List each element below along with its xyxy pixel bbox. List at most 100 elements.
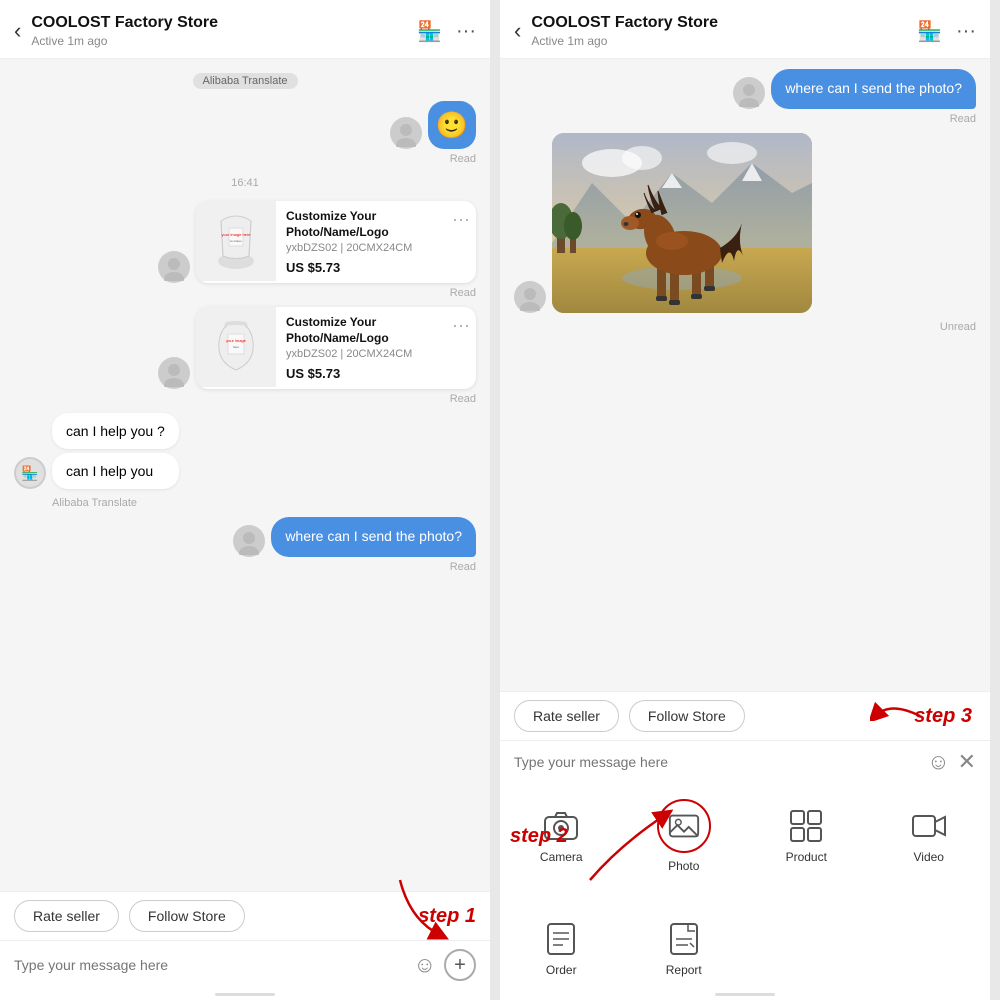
right-input-bar: ☺ ✕	[500, 740, 990, 783]
right-bottom-actions: Rate seller Follow Store step 3	[500, 691, 990, 740]
user-avatar-2	[158, 251, 190, 283]
photo-icon	[667, 809, 701, 843]
product-sku-1: yxbDZS02 | 20CMX24CM	[286, 242, 436, 254]
read-status-1: Read	[450, 153, 476, 165]
product-info-2: Customize Your Photo/Name/Logo yxbDZS02 …	[276, 307, 446, 389]
product-price-2: US $5.73	[286, 366, 436, 381]
right-user-avatar	[733, 77, 765, 109]
right-user-bubble: where can I send the photo?	[771, 69, 976, 109]
right-panel: ‹ COOLOST Factory Store Active 1m ago 🏪 …	[490, 0, 990, 1000]
right-close-icon[interactable]: ✕	[958, 749, 976, 775]
product-title-2: Customize Your Photo/Name/Logo	[286, 315, 436, 346]
product-msg-row-1: your image here le mieux Customize Your …	[14, 201, 476, 283]
header-icons: 🏪 ···	[417, 19, 476, 44]
video-media-item[interactable]: Video	[868, 783, 991, 885]
seller-msg-1: can I help you ?	[52, 413, 179, 449]
unread-status: Unread	[940, 321, 976, 333]
svg-text:here: here	[233, 345, 239, 349]
svg-text:le mieux: le mieux	[230, 239, 242, 243]
svg-text:your image here: your image here	[222, 232, 252, 237]
order-icon	[543, 921, 579, 957]
back-button[interactable]: ‹	[14, 18, 21, 44]
report-media-item[interactable]: Report	[623, 905, 746, 989]
product-msg-row-2: your image here Customize Your Photo/Nam…	[14, 307, 476, 389]
left-emoji-icon[interactable]: ☺	[414, 952, 436, 978]
translate-label: Alibaba Translate	[193, 73, 298, 89]
right-header-icons: 🏪 ···	[917, 19, 976, 44]
product-more-2[interactable]: ···	[446, 307, 476, 344]
right-back-button[interactable]: ‹	[514, 18, 521, 44]
right-scroll-bar	[715, 993, 775, 996]
empty-media-1	[745, 905, 868, 989]
user-blue-msg-row: where can I send the photo?	[14, 517, 476, 557]
svg-text:🏪: 🏪	[21, 465, 38, 482]
read-status-3: Read	[450, 393, 476, 405]
alibaba-translate-2: Alibaba Translate	[52, 497, 137, 509]
video-label: Video	[914, 850, 944, 864]
right-header-info: COOLOST Factory Store Active 1m ago	[531, 14, 917, 48]
right-user-msg-row: where can I send the photo?	[514, 69, 976, 109]
order-media-item[interactable]: Order	[500, 905, 623, 989]
step3-arrow	[870, 681, 930, 721]
report-icon	[666, 921, 702, 957]
emoji-bubble: 🙂	[428, 101, 476, 149]
product-sku-2: yxbDZS02 | 20CMX24CM	[286, 348, 436, 360]
camera-label: Camera	[540, 850, 583, 864]
product-info-1: Customize Your Photo/Name/Logo yxbDZS02 …	[276, 201, 446, 283]
report-label: Report	[666, 963, 702, 977]
more-icon[interactable]: ···	[456, 20, 476, 43]
svg-text:your image: your image	[226, 338, 247, 343]
photo-circle	[657, 799, 711, 853]
photo-media-item[interactable]: Photo	[623, 783, 746, 885]
product-label: Product	[786, 850, 827, 864]
follow-store-button[interactable]: Follow Store	[129, 900, 245, 932]
left-chat-area: Alibaba Translate 🙂 Read 16:41	[0, 59, 490, 891]
right-store-title: COOLOST Factory Store	[531, 14, 917, 32]
left-header: ‹ COOLOST Factory Store Active 1m ago 🏪 …	[0, 0, 490, 59]
store-title: COOLOST Factory Store	[31, 14, 417, 32]
right-read-status: Read	[950, 113, 976, 125]
seller-msg-2: can I help you	[52, 453, 179, 489]
step1-label: step 1	[418, 905, 476, 928]
right-rate-seller-button[interactable]: Rate seller	[514, 700, 619, 732]
product-title-1: Customize Your Photo/Name/Logo	[286, 209, 436, 240]
store-icon[interactable]: 🏪	[417, 19, 442, 44]
horse-msg-row	[514, 133, 976, 313]
read-status-2: Read	[450, 287, 476, 299]
right-more-icon[interactable]: ···	[956, 20, 976, 43]
product-card-1[interactable]: your image here le mieux Customize Your …	[196, 201, 476, 283]
media-grid-row1: Camera Photo Product	[500, 783, 990, 885]
product-card-2[interactable]: your image here Customize Your Photo/Nam…	[196, 307, 476, 389]
photo-label: Photo	[668, 859, 699, 873]
left-plus-button[interactable]: +	[444, 949, 476, 981]
seller-messages: can I help you ? can I help you	[52, 413, 179, 489]
left-input-bar: ☺ +	[0, 940, 490, 989]
right-store-status: Active 1m ago	[531, 34, 917, 48]
video-icon	[911, 808, 947, 844]
product-more-1[interactable]: ···	[446, 201, 476, 238]
right-follow-store-button[interactable]: Follow Store	[629, 700, 745, 732]
user-avatar-3	[158, 357, 190, 389]
rate-seller-button[interactable]: Rate seller	[14, 900, 119, 932]
product-media-item[interactable]: Product	[745, 783, 868, 885]
seller-msg-row: 🏪 can I help you ? can I help you	[14, 413, 476, 489]
right-chat-area: where can I send the photo? Read	[500, 59, 990, 691]
right-actions-area: Rate seller Follow Store step 3	[500, 691, 990, 740]
left-bottom-actions: Rate seller Follow Store step 1	[0, 891, 490, 940]
step2-area: step 2	[500, 885, 990, 905]
product-price-1: US $5.73	[286, 260, 436, 275]
left-panel: ‹ COOLOST Factory Store Active 1m ago 🏪 …	[0, 0, 490, 1000]
time-label: 16:41	[231, 177, 259, 189]
right-store-icon[interactable]: 🏪	[917, 19, 942, 44]
seller-avatar-right	[514, 281, 546, 313]
user-avatar-4	[233, 525, 265, 557]
right-message-input[interactable]	[514, 754, 919, 770]
left-message-input[interactable]	[14, 957, 406, 973]
emoji-msg-row: 🙂	[14, 101, 476, 149]
right-header: ‹ COOLOST Factory Store Active 1m ago 🏪 …	[500, 0, 990, 59]
product-image-2: your image here	[196, 307, 276, 387]
empty-media-2	[868, 905, 991, 989]
step2-label: step 2	[510, 825, 568, 848]
product-image-1: your image here le mieux	[196, 201, 276, 281]
right-emoji-icon[interactable]: ☺	[927, 749, 949, 775]
